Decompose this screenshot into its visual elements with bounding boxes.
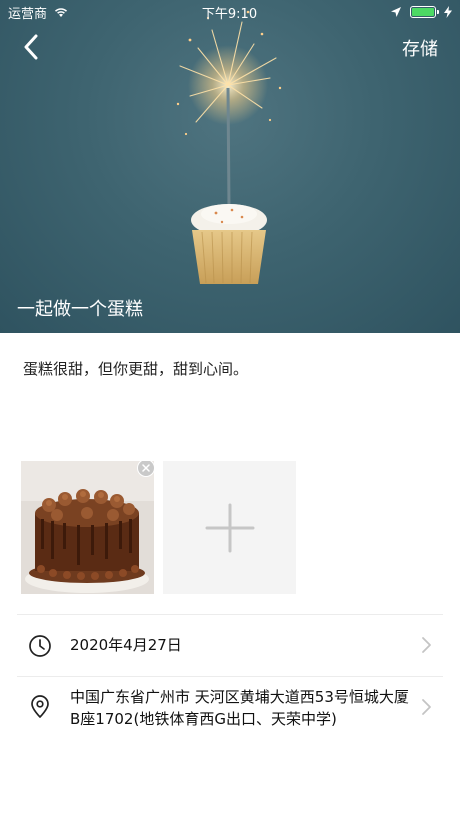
location-pin-icon [31, 695, 49, 718]
remove-photo-button[interactable] [137, 461, 154, 477]
address-text: 中国广东省广州市 天河区黄埔大道西53号恒城大厦B座1702(地铁体育西G出口、… [70, 688, 409, 728]
carrier-label: 运营商 [8, 6, 48, 22]
add-photo-button[interactable] [163, 461, 296, 594]
clock-icon [29, 635, 51, 657]
chevron-right-icon [422, 699, 431, 715]
chevron-right-icon [422, 637, 431, 653]
photo-thumbnail[interactable] [21, 461, 154, 594]
page-title: 一起做一个蛋糕 [17, 299, 143, 320]
cupcake-photo [176, 10, 282, 284]
date-text: 2020年4月27日 [70, 636, 182, 654]
description-text: 蛋糕很甜，但你更甜，甜到心间。 [23, 360, 249, 378]
header-hero: 运营商 下午9:10 存储 一起做一个蛋糕 [0, 0, 460, 333]
back-icon [24, 34, 38, 60]
plus-icon [205, 503, 254, 552]
location-row[interactable]: 中国广东省广州市 天河区黄埔大道西53号恒城大厦B座1702(地铁体育西G出口、… [0, 686, 460, 730]
chocolate-cake-photo [21, 461, 154, 594]
date-row[interactable]: 2020年4月27日 [0, 634, 460, 658]
divider [17, 614, 443, 615]
battery-icon [410, 6, 439, 18]
charging-icon [444, 6, 452, 18]
location-arrow-icon [391, 7, 401, 17]
back-button[interactable] [16, 32, 46, 62]
wifi-icon [54, 8, 68, 17]
close-icon [142, 464, 150, 472]
divider [17, 676, 443, 677]
save-button[interactable]: 存储 [402, 35, 438, 61]
status-time: 下午9:10 [201, 6, 258, 22]
status-bar: 运营商 下午9:10 [0, 0, 460, 24]
photo-list [21, 461, 296, 594]
